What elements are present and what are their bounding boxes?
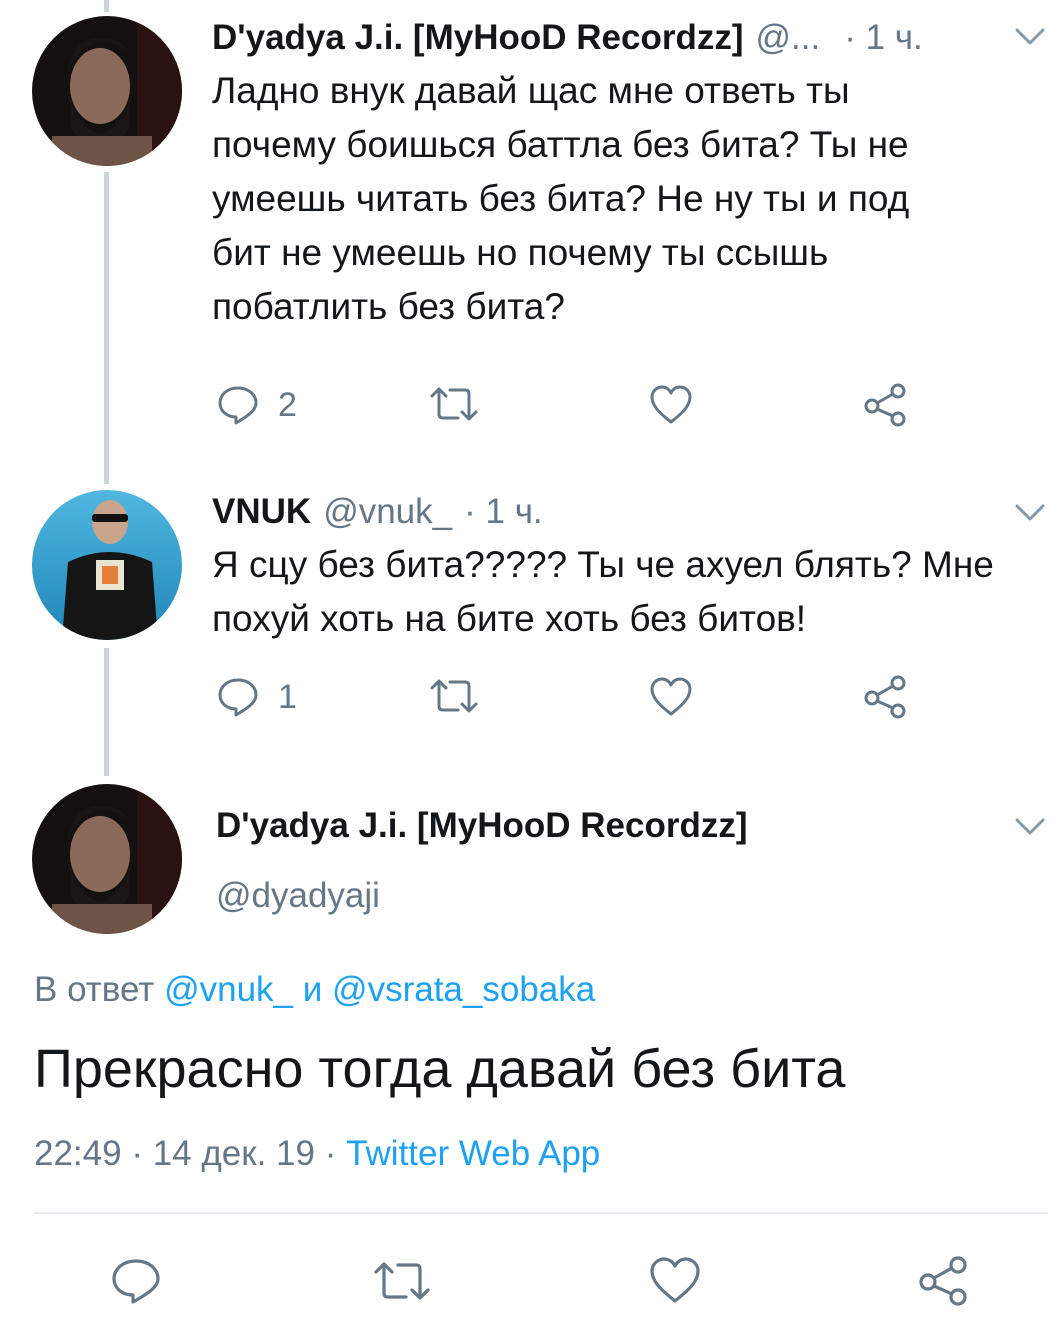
reply-button[interactable]: 2 (216, 382, 297, 428)
tweet-date[interactable]: 14 дек. 19 (153, 1134, 315, 1173)
mention-link[interactable]: @vnuk_ (164, 970, 293, 1009)
share-icon (864, 675, 906, 719)
like-icon (650, 385, 692, 424)
timestamp[interactable]: · 1 ч. (464, 492, 543, 532)
author-name[interactable]: D'yadya J.i. [MyHooD Recordzz] (212, 18, 743, 58)
author-name[interactable]: VNUK (212, 492, 311, 532)
timestamp[interactable]: · 1 ч. (844, 18, 923, 58)
retweet-icon (430, 387, 478, 421)
tweet-text-line: побатлить без бита? (212, 286, 565, 327)
author-name[interactable]: D'yadya J.i. [MyHooD Recordzz] (216, 806, 747, 846)
author-handle[interactable]: @dyadyaji (216, 876, 380, 916)
main-tweet-text: Прекрасно тогда давай без бита (34, 1039, 846, 1099)
share-icon (919, 1256, 967, 1306)
author-handle[interactable]: @vnuk_ (323, 492, 452, 532)
reply-icon (218, 386, 258, 425)
like-icon (650, 677, 692, 716)
tweet-text: Ладно внук давай щас мне ответь ты почем… (212, 64, 1052, 334)
reply-count: 2 (278, 385, 297, 424)
thread-line (104, 0, 109, 12)
author-handle[interactable]: @... (755, 18, 820, 58)
tweet-text-line: почему боишься баттла без бита? Ты не (212, 124, 909, 165)
reply-icon (218, 678, 258, 717)
chevron-down-icon[interactable] (1014, 26, 1046, 53)
tweet-meta: 22:49 · 14 дек. 19 · Twitter Web App (34, 1134, 600, 1174)
avatar[interactable] (32, 16, 182, 166)
retweet-button[interactable] (428, 384, 480, 424)
share-button[interactable] (862, 674, 908, 720)
reply-context-prefix: В ответ (34, 970, 155, 1009)
meta-separator: · (131, 1134, 143, 1173)
retweet-button[interactable] (428, 676, 480, 716)
tweet-text-line: бит не умеешь но почему ты ссышь (212, 232, 829, 273)
like-button[interactable] (648, 1256, 702, 1306)
tweet-text-line: похуй хоть на бите хоть без битов! (212, 598, 807, 639)
reply-icon (112, 1259, 160, 1304)
tweet-text-line: Я сцу без бита????? Ты че ахуел блять? М… (212, 544, 994, 585)
share-button[interactable] (916, 1254, 970, 1308)
share-icon (864, 383, 906, 427)
reply-context: В ответ @vnuk_ и @vsrata_sobaka (34, 970, 595, 1010)
tweet-text-line: Ладно внук давай щас мне ответь ты (212, 70, 850, 111)
reply-button[interactable] (110, 1256, 162, 1306)
chevron-down-icon[interactable] (1014, 502, 1046, 529)
retweet-button[interactable] (372, 1258, 432, 1304)
like-button[interactable] (648, 676, 694, 718)
thread-line (104, 648, 109, 776)
avatar[interactable] (32, 784, 182, 934)
chevron-down-icon[interactable] (1014, 816, 1046, 843)
reply-count: 1 (278, 677, 297, 716)
thread-line (104, 172, 109, 484)
reply-button[interactable]: 1 (216, 674, 297, 720)
avatar[interactable] (32, 490, 182, 640)
like-icon (650, 1257, 700, 1303)
tweet-source-link[interactable]: Twitter Web App (346, 1134, 600, 1173)
tweet-time[interactable]: 22:49 (34, 1134, 122, 1173)
divider (33, 1212, 1048, 1214)
retweet-icon (374, 1262, 430, 1300)
mention-link[interactable]: @vsrata_sobaka (332, 970, 595, 1009)
tweet-text-line: умеешь читать без бита? Не ну ты и под (212, 178, 910, 219)
share-button[interactable] (862, 382, 908, 428)
reply-context-and: и (302, 970, 323, 1009)
retweet-icon (430, 679, 478, 713)
meta-separator: · (324, 1134, 337, 1173)
like-button[interactable] (648, 384, 694, 426)
tweet-text: Я сцу без бита????? Ты че ахуел блять? М… (212, 538, 1057, 646)
